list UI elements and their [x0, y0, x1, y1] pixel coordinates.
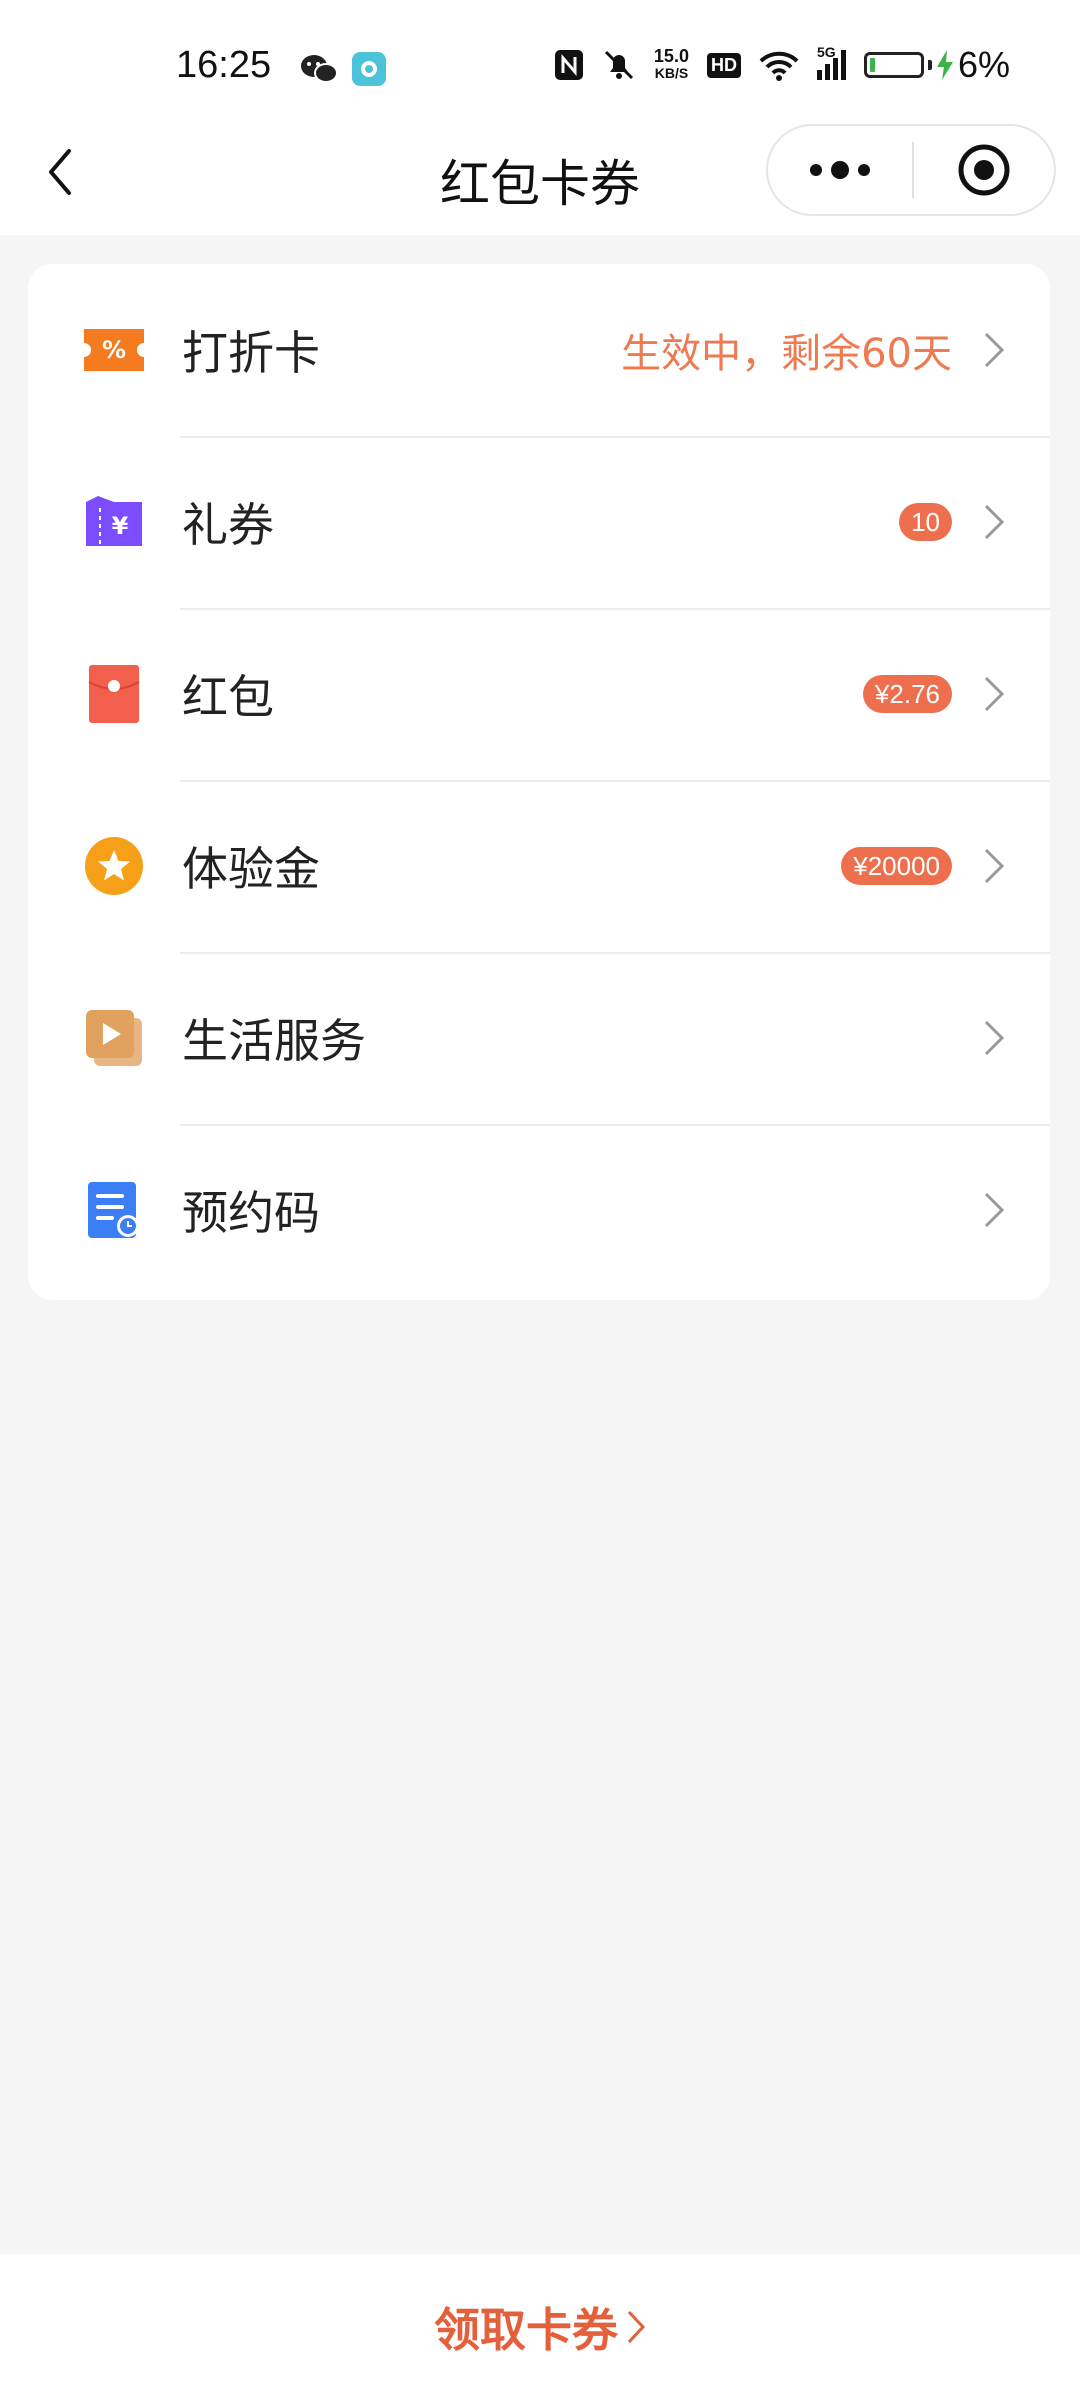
chevron-right-icon — [984, 332, 1005, 368]
amount-badge: ¥20000 — [841, 847, 952, 885]
item-label: 预约码 — [182, 1186, 320, 1240]
charging-icon — [936, 50, 953, 80]
camera-app-icon — [352, 52, 386, 86]
item-right: ¥20000 — [841, 846, 1006, 886]
signal-icon: 5G — [816, 44, 846, 80]
svg-text:¥: ¥ — [112, 512, 129, 540]
more-dots-icon — [810, 161, 870, 179]
list-item-gift-voucher[interactable]: ¥ 礼券 10 — [28, 436, 1050, 608]
close-button[interactable] — [914, 126, 1054, 214]
miniprogram-capsule — [766, 124, 1056, 216]
list-item-discount-card[interactable]: % 打折卡 生效中，剩余60天 — [28, 264, 1050, 436]
status-indicators: 15.0 KB/S HD 5G 6% — [554, 44, 1010, 86]
item-right: 生效中，剩余60天 — [621, 321, 1006, 379]
list-item-booking-code[interactable]: 预约码 — [28, 1124, 1050, 1296]
claim-vouchers-button[interactable]: 领取卡券 — [434, 2294, 646, 2360]
hd-badge: HD — [706, 52, 741, 78]
count-badge: 10 — [899, 503, 952, 541]
chevron-right-icon — [984, 1192, 1005, 1228]
nfc-icon — [554, 50, 583, 80]
bottom-bar: 领取卡券 — [0, 2254, 1080, 2400]
gift-voucher-icon: ¥ — [84, 492, 144, 552]
battery-indicator: 6% — [863, 44, 1010, 86]
item-right — [982, 1018, 1006, 1058]
item-label: 红包 — [182, 670, 274, 724]
mute-bell-icon — [604, 50, 633, 80]
battery-percent: 6% — [957, 44, 1010, 85]
red-packet-icon — [84, 664, 144, 724]
list-item-trial-fund[interactable]: 体验金 ¥20000 — [28, 780, 1050, 952]
item-right — [982, 1190, 1006, 1230]
claim-label: 领取卡券 — [434, 2303, 618, 2357]
item-label: 礼券 — [182, 498, 274, 552]
chevron-right-icon — [984, 848, 1005, 884]
chevron-right-icon — [984, 504, 1005, 540]
target-close-icon — [958, 144, 1010, 196]
list-item-red-packet[interactable]: 红包 ¥2.76 — [28, 608, 1050, 780]
status-app-icons — [300, 52, 386, 86]
item-label: 打折卡 — [182, 326, 320, 380]
net-speed: 15.0 KB/S — [653, 46, 689, 82]
status-time: 16:25 — [176, 44, 272, 86]
amount-badge: ¥2.76 — [862, 675, 952, 713]
nav-bar: 红包卡券 — [0, 120, 1080, 235]
chevron-right-icon — [984, 1020, 1005, 1056]
list-item-life-services[interactable]: 生活服务 — [28, 952, 1050, 1124]
wifi-icon — [759, 51, 799, 81]
wechat-icon — [300, 54, 338, 84]
chevron-right-icon — [984, 676, 1005, 712]
booking-doc-icon — [84, 1180, 144, 1240]
item-label: 体验金 — [182, 842, 320, 896]
item-label: 生活服务 — [182, 1014, 366, 1068]
play-card-icon — [84, 1008, 144, 1068]
net-speed-unit: KB/S — [654, 65, 689, 81]
item-status: 生效中，剩余60天 — [621, 331, 952, 377]
signal-label: 5G — [816, 44, 836, 60]
chevron-right-icon — [627, 2310, 646, 2344]
svg-text:%: % — [102, 336, 126, 364]
item-right: ¥2.76 — [862, 674, 1006, 714]
net-speed-value: 15.0 — [653, 46, 689, 66]
status-bar: 16:25 15.0 KB/S HD 5G 6% — [0, 0, 1080, 140]
more-button[interactable] — [768, 126, 912, 214]
discount-ticket-icon: % — [84, 320, 144, 380]
item-right: 10 — [899, 502, 1006, 542]
star-coin-icon — [84, 836, 144, 896]
voucher-list: % 打折卡 生效中，剩余60天 ¥ 礼券 10 红包 ¥2.76 体验金 ¥20… — [28, 264, 1050, 1300]
